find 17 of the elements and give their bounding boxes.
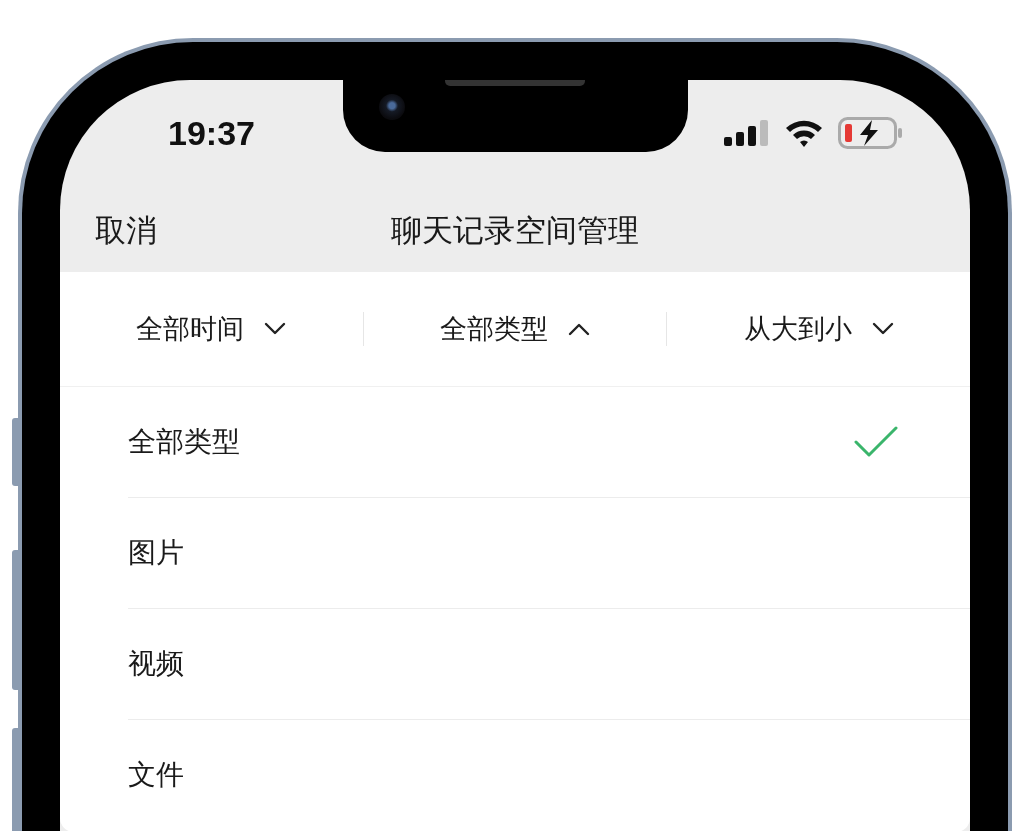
wifi-icon	[784, 118, 824, 148]
type-option[interactable]: 全部类型	[128, 387, 970, 498]
caret-icon	[871, 322, 894, 336]
status-time: 19:37	[168, 113, 255, 153]
filter-dropdown[interactable]: 从大到小	[667, 311, 970, 347]
filter-dropdown[interactable]: 全部类型	[363, 311, 667, 347]
signal-icon	[724, 118, 770, 148]
type-option[interactable]: 文件	[128, 720, 970, 830]
type-option[interactable]: 视频	[128, 609, 970, 720]
caret-icon	[568, 322, 590, 336]
caret-icon	[264, 322, 287, 336]
page-title: 聊天记录空间管理	[391, 211, 639, 250]
battery-charging-icon	[838, 117, 904, 149]
camera-icon	[379, 94, 405, 120]
type-option[interactable]: 图片	[128, 498, 970, 609]
filter-dropdown[interactable]: 全部时间	[60, 311, 363, 347]
cancel-button[interactable]: 取消	[95, 210, 157, 252]
